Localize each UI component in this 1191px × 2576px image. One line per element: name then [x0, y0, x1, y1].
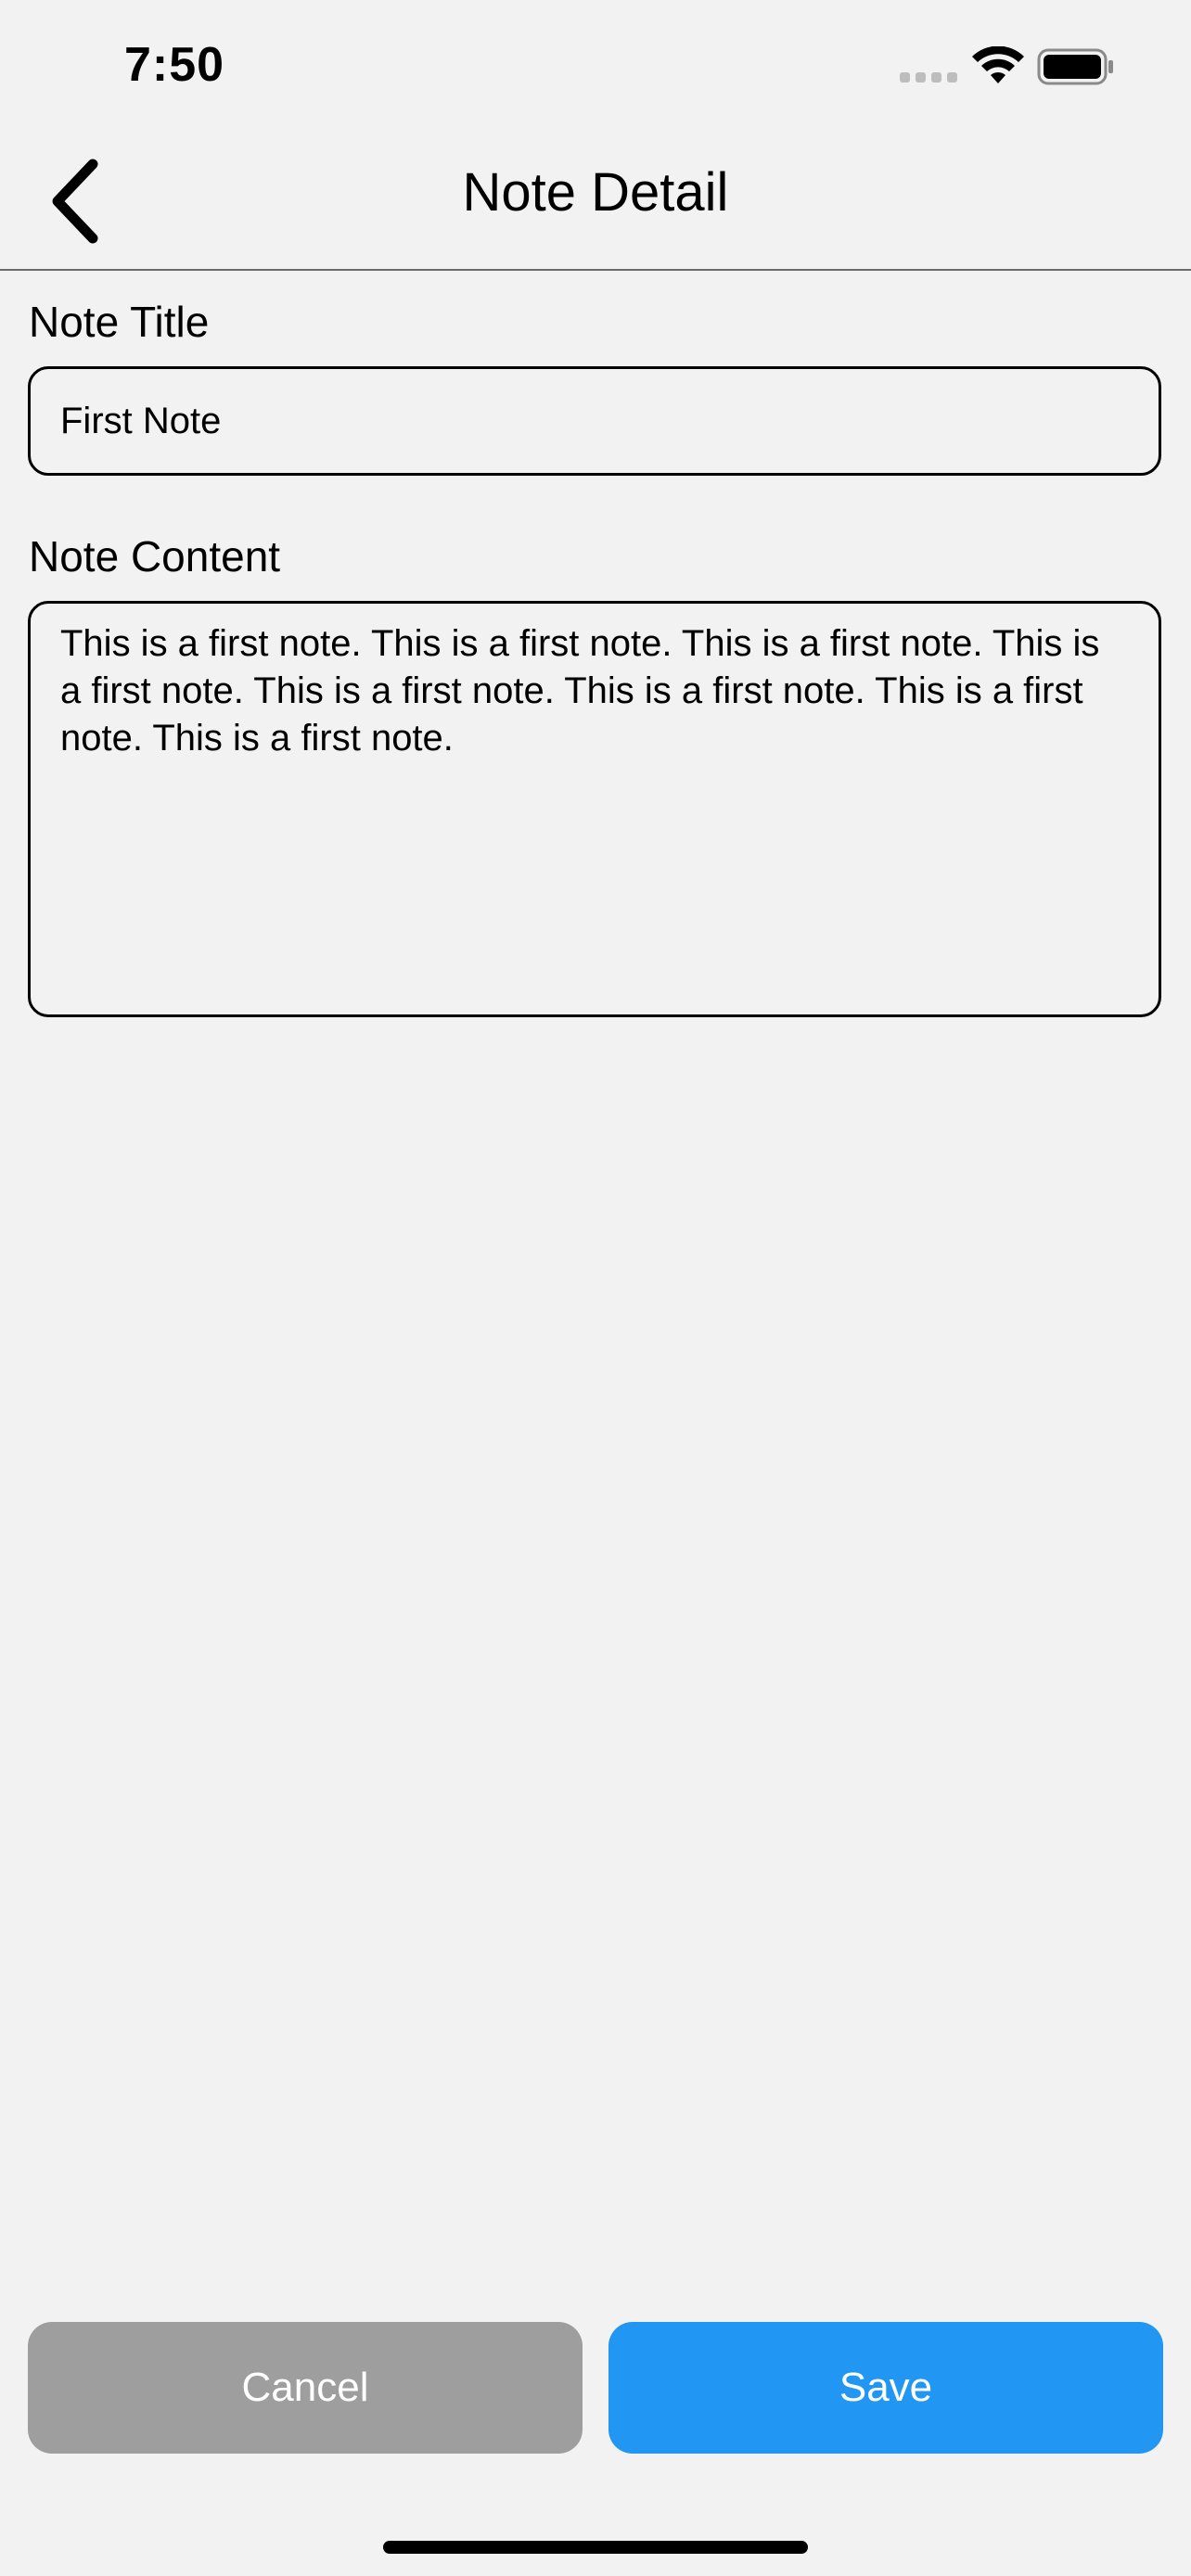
status-bar: 7:50	[0, 0, 1191, 130]
cancel-button[interactable]: Cancel	[28, 2322, 583, 2454]
cellular-signal-icon	[900, 72, 959, 85]
home-indicator	[383, 2541, 808, 2554]
status-time: 7:50	[124, 38, 225, 92]
note-title-label: Note Title	[29, 298, 210, 346]
nav-bar: Note Detail	[0, 130, 1191, 271]
note-title-input[interactable]	[28, 366, 1161, 476]
save-button[interactable]: Save	[608, 2322, 1163, 2454]
battery-icon	[1037, 48, 1113, 85]
wifi-icon	[972, 46, 1024, 83]
page-title: Note Detail	[462, 162, 729, 223]
note-content-label: Note Content	[29, 532, 281, 580]
note-content-textarea[interactable]: This is a first note. This is a first no…	[28, 601, 1161, 1017]
